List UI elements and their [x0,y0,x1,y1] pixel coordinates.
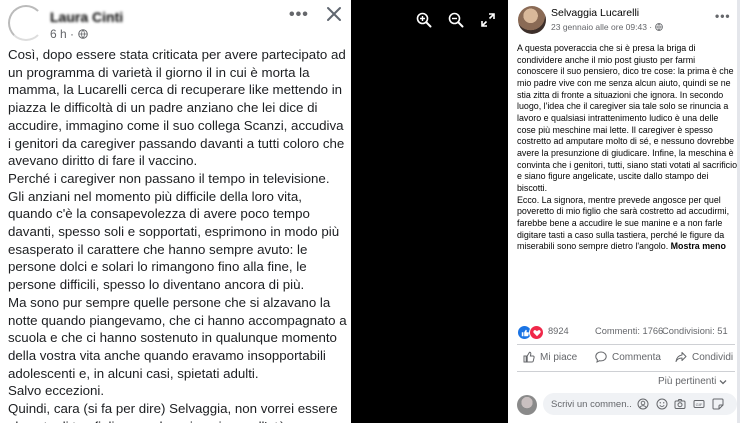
post-actions: Mi piace Commenta Condividi [517,351,739,369]
emoji-icon[interactable] [656,398,668,410]
post-body-text: Così, dopo essere stata criticata per av… [8,46,347,423]
divider [517,344,735,345]
globe-icon [78,29,88,39]
comment-side-panel: Selvaggia Lucarelli 23 gennaio alle ore … [508,0,740,423]
post-stats: 8924 Commenti: 1766 Condivisioni: 51 [517,325,739,340]
author-avatar[interactable] [518,6,546,34]
post-paragraph: Perché i caregiver non passano il tempo … [8,170,330,186]
zoom-in-icon[interactable] [416,12,432,28]
globe-icon [655,23,663,31]
post-paragraph: Ma sono pur sempre quelle persone che si… [8,294,347,381]
post-author-name[interactable]: Laura Cinti [50,9,123,25]
zoom-out-icon[interactable] [448,12,464,28]
post-paragraph: Quindi, cara (si fa per dire) Selvaggia,… [8,401,338,423]
fullscreen-icon[interactable] [480,12,496,28]
comment-sort-label: Più pertinenti [658,376,717,387]
share-button[interactable]: Condividi [675,351,733,363]
post-body-text: A questa poveraccia che si è presa la br… [517,43,737,253]
more-options-icon[interactable]: ••• [289,6,309,24]
reaction-icons[interactable] [517,325,544,340]
close-icon[interactable] [325,5,343,23]
comment-button-label: Commenta [612,351,661,363]
chevron-down-icon [719,379,727,384]
shares-count[interactable]: Condivisioni: 51 [662,326,728,336]
shared-post-panel: Laura Cinti 6 h · ••• Così, dopo essere … [0,0,351,423]
post-paragraph: A questa poveraccia che si è presa la br… [517,43,738,193]
post-paragraph: Ecco. La signora, mentre prevede angosce… [517,195,737,253]
post-timestamp: 23 gennaio alle ore 09:43 · [551,22,663,32]
comment-sort-dropdown[interactable]: Più pertinenti [658,376,727,387]
love-reaction-icon [529,325,544,340]
like-button[interactable]: Mi piace [523,351,577,363]
post-author-name[interactable]: Selvaggia Lucarelli [551,7,639,19]
camera-icon[interactable] [674,398,686,410]
comment-input[interactable] [551,393,631,415]
share-button-label: Condividi [692,351,734,363]
post-paragraph: Così, dopo essere stata criticata per av… [8,47,346,169]
svg-text:GIF: GIF [696,402,703,407]
avatar-sticker-icon[interactable] [637,398,649,410]
post-paragraph: Gli anziani nel momento più difficile de… [8,188,340,293]
share-icon [675,352,687,362]
comments-count[interactable]: Commenti: 1766 [595,326,663,336]
sticker-icon[interactable] [712,398,724,410]
like-button-label: Mi piace [540,351,578,363]
comment-composer[interactable]: GIF [543,393,737,415]
divider [517,371,735,372]
comment-icon [595,351,607,363]
thumbs-up-icon [523,351,535,363]
current-user-avatar[interactable] [517,395,537,415]
author-avatar[interactable] [8,5,44,41]
post-date-text[interactable]: 23 gennaio alle ore 09:43 · [551,22,652,32]
post-timestamp: 6 h · [50,27,88,41]
post-time-text: 6 h · [50,27,75,41]
comment-button[interactable]: Commenta [595,351,661,363]
show-less-link[interactable]: Mostra meno [671,241,726,251]
reaction-count[interactable]: 8924 [548,326,569,336]
more-options-icon[interactable]: ••• [715,9,731,23]
post-paragraph: Salvo eccezioni. [8,383,105,399]
gif-icon[interactable]: GIF [693,398,705,410]
